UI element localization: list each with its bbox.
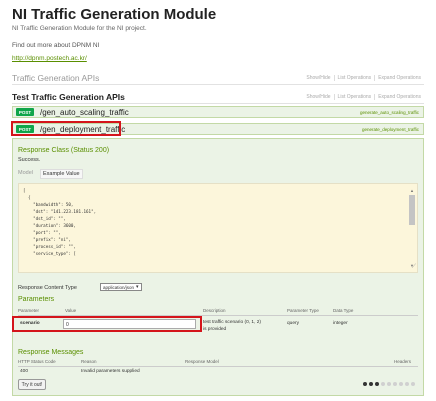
- response-messages-heading: Response Messages: [18, 349, 84, 356]
- th-description: Description: [203, 308, 226, 313]
- highlight-box-parameter: [12, 316, 202, 332]
- th-http-status: HTTP Status Code: [18, 359, 56, 364]
- status-reason: Invalid parameters supplied: [81, 369, 140, 374]
- section-title[interactable]: Traffic Generation APIs: [12, 73, 99, 83]
- try-it-out-button[interactable]: Try it out!: [18, 379, 46, 390]
- expand-operations-link[interactable]: Expand Operations: [374, 93, 424, 100]
- param-type: query: [287, 321, 299, 326]
- chevron-down-icon: ▾: [136, 284, 139, 290]
- operation-name[interactable]: generate_deployment_traffic: [362, 127, 419, 132]
- param-description-line2: is provided: [203, 327, 227, 332]
- th-reason: Reason: [81, 359, 97, 364]
- section-title[interactable]: Test Traffic Generation APIs: [12, 92, 125, 102]
- parameters-heading: Parameters: [18, 296, 55, 303]
- json-scrollbar[interactable]: ▲ ▼: [409, 188, 415, 268]
- show-hide-link[interactable]: Show/Hide: [303, 94, 333, 100]
- resize-grip-icon[interactable]: ⟋: [412, 264, 416, 271]
- show-hide-link[interactable]: Show/Hide: [303, 75, 333, 81]
- section-test-traffic: Test Traffic Generation APIs Show/Hide L…: [12, 90, 424, 104]
- example-json-box[interactable]: [ { "bandwidth": 50, "dst": "141.223.181…: [18, 183, 418, 273]
- tab-example-value[interactable]: Example Value: [40, 169, 83, 179]
- find-more-text: Find out more about DPNM NI: [12, 42, 100, 49]
- param-description-line1: test traffic scenario (0, 1, 2): [203, 320, 262, 325]
- highlight-box-endpoint: [11, 121, 121, 136]
- param-data-type: integer: [333, 321, 348, 326]
- content-type-value: application/json: [103, 284, 135, 290]
- list-operations-link[interactable]: List Operations: [333, 74, 375, 81]
- content-type-select[interactable]: application/json ▾: [100, 283, 142, 291]
- th-data-type: Data Type: [333, 308, 354, 313]
- loading-dots-icon: [363, 382, 415, 386]
- th-value: Value: [65, 308, 77, 313]
- operation-name[interactable]: generate_auto_scaling_traffic: [360, 110, 419, 115]
- scroll-thumb[interactable]: [409, 195, 415, 225]
- project-link[interactable]: http://dpnm.postech.ac.kr/: [12, 55, 87, 62]
- page-description: NI Traffic Generation Module for the NI …: [12, 25, 147, 32]
- expand-operations-link[interactable]: Expand Operations: [374, 74, 424, 81]
- response-class-heading: Response Class (Status 200): [18, 147, 110, 154]
- section-ops: Show/Hide List Operations Expand Operati…: [303, 93, 424, 100]
- section-traffic-generation: Traffic Generation APIs Show/Hide List O…: [12, 71, 424, 85]
- status-code: 400: [20, 369, 29, 374]
- th-parameter-type: Parameter Type: [287, 308, 319, 313]
- scroll-up-icon[interactable]: ▲: [409, 188, 415, 193]
- operation-panel: Response Class (Status 200) Success. Mod…: [12, 138, 424, 396]
- post-method-badge: POST: [16, 108, 34, 116]
- th-parameter: Parameter: [18, 308, 40, 313]
- endpoint-row-auto-scaling[interactable]: POST /gen_auto_scaling_traffic generate_…: [12, 106, 424, 118]
- page-title: NI Traffic Generation Module: [12, 6, 217, 23]
- tab-model[interactable]: Model: [18, 170, 33, 176]
- list-operations-link[interactable]: List Operations: [333, 93, 375, 100]
- header-divider: [18, 366, 418, 367]
- th-headers: Headers: [394, 359, 412, 364]
- example-json: [ { "bandwidth": 50, "dst": "141.223.181…: [23, 188, 97, 256]
- content-type-label: Response Content Type: [18, 285, 77, 291]
- th-response-model: Response Model: [185, 359, 219, 364]
- section-ops: Show/Hide List Operations Expand Operati…: [303, 74, 424, 81]
- response-status-text: Success.: [18, 157, 41, 163]
- endpoint-path[interactable]: /gen_auto_scaling_traffic: [40, 108, 129, 117]
